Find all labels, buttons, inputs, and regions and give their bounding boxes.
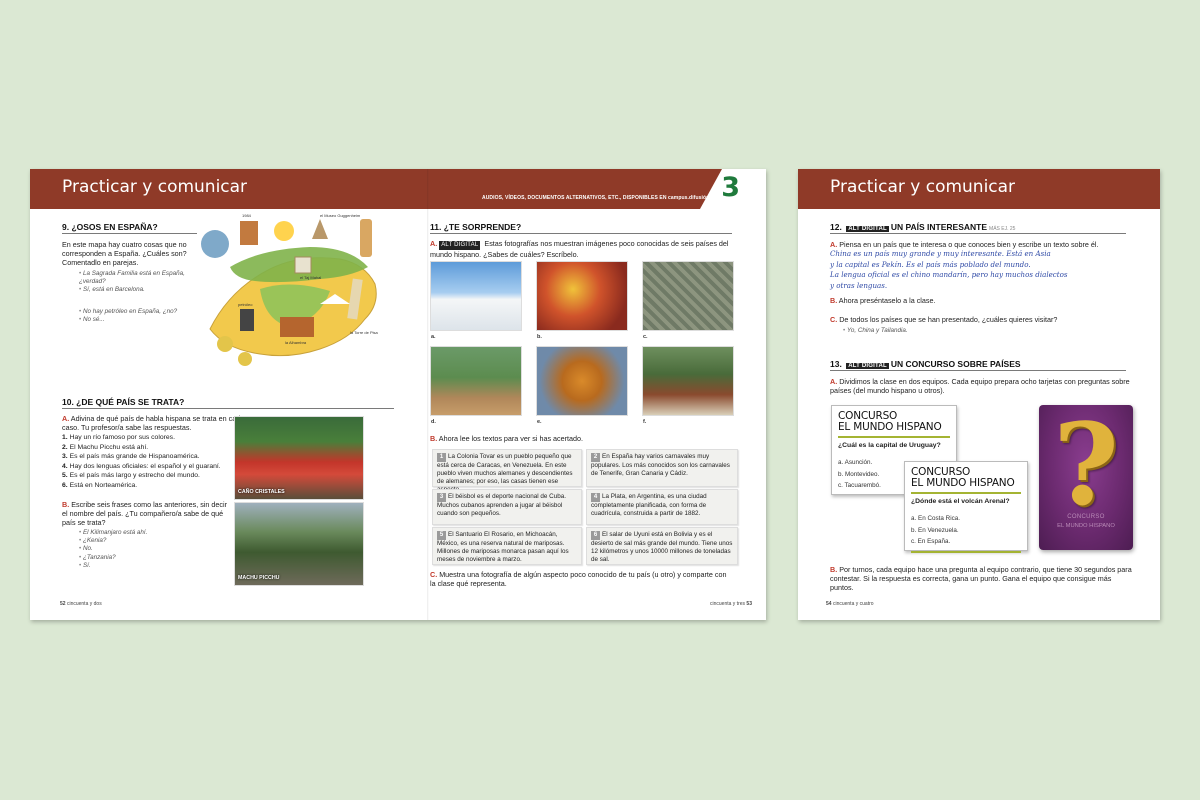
example-line: No. [79, 545, 199, 553]
section-11-a: A. ALT DIGITAL Estas fotografías nos mues… [430, 239, 729, 260]
section-13-title: 13. ALT DIGITAL UN CONCURSO SOBRE PAÍSES [830, 359, 1021, 369]
card-divider [838, 436, 950, 438]
section-12-example: Yo, China y Tailandia. [843, 327, 908, 335]
svg-text:petróleo: petróleo [238, 302, 253, 307]
photo-cano-cristales: CAÑO CRISTALES [234, 416, 364, 500]
folio-left: 52 cincuenta y dos [60, 601, 102, 607]
list-item: 3. Es el país más grande de Hispanoaméri… [62, 453, 200, 460]
section-9-examples-a: La Sagrada Familia está en España, ¿verd… [79, 270, 204, 295]
text-box-4: 4 La Plata, en Argentina, es una ciudad c… [586, 489, 738, 525]
section-10-b: B. Escribe seis frases como las anterior… [62, 500, 227, 528]
section-rule [62, 233, 197, 234]
alt-digital-tag: ALT DIGITAL [846, 226, 889, 232]
example-line: El Kilimanjaro está ahí. [79, 529, 199, 537]
section-10-list: 1. Hay un río famoso por sus colores. 2.… [62, 433, 257, 490]
svg-text:el Museo Guggenheim: el Museo Guggenheim [320, 213, 361, 218]
example-line: ¿Tanzania? [79, 554, 199, 562]
handwritten-answer: China es un país muy grande y muy intere… [830, 249, 1068, 290]
photo-f-colonia-tovar: f. [642, 346, 734, 425]
photo-c-grid-city: c. [642, 261, 734, 340]
section-13-b: B. Por turnos, cada equipo hace una preg… [830, 565, 1132, 593]
svg-text:el Taj Mahal: el Taj Mahal [300, 275, 321, 280]
exercise-reference: MÁS EJ. 25 [989, 226, 1016, 232]
folio-right: cincuenta y tres 53 [710, 601, 752, 607]
example-line: ¿Kenia? [79, 537, 199, 545]
header-resource-note: AUDIOS, VÍDEOS, DOCUMENTOS ALTERNATIVOS,… [482, 195, 710, 201]
section-11-c: C. Muestra una fotografía de algún aspec… [430, 570, 727, 589]
section-10-a: A. Adivina de qué país de habla hispana … [62, 414, 245, 433]
section-rule [430, 233, 732, 234]
photo-machu-picchu: MACHU PICCHU [234, 502, 364, 586]
example-line: Sí. [79, 562, 199, 570]
section-10-title: 10. ¿DE QUÉ PAÍS SE TRATA? [62, 397, 185, 407]
list-item: 6. Está en Norteamérica. [62, 481, 138, 489]
photo-e-butterflies: e. [536, 346, 628, 425]
photo-a-salt-flat: a. [430, 261, 522, 340]
spain-map-illustration: el Museo Guggenheim 1984 la Torre de Pis… [200, 209, 390, 369]
svg-text:la Torre de Pisa: la Torre de Pisa [350, 330, 378, 335]
text-box-3: 3 El béisbol es el deporte nacional de Cu… [432, 489, 582, 525]
section-9-examples-b: No hay petróleo en España, ¿no? No sé... [79, 308, 204, 324]
section-12-c: C. De todos los países que se han presen… [830, 315, 1058, 324]
section-9-title: 9. ¿OSOS EN ESPAÑA? [62, 222, 158, 232]
example-line: Yo, China y Tailandia. [843, 327, 908, 335]
section-rule [830, 233, 1126, 234]
page-54: Practicar y comunicar 12. ALT DIGITAL UN … [798, 169, 1160, 620]
svg-text:la Alhambra: la Alhambra [285, 340, 307, 345]
list-item: 5. Es el país más largo y estrecho del m… [62, 472, 200, 479]
photo-d-baseball: d. [430, 346, 522, 425]
example-line: No hay petróleo en España, ¿no? [79, 308, 204, 316]
section-11-b: B. Ahora lee los textos para ver si has … [430, 434, 584, 443]
section-12-b: B. Ahora preséntaselo a la clase. [830, 296, 936, 305]
text-box-5: 5 El Santuario El Rosario, en Michoacán, … [432, 527, 582, 565]
photo-b-carnival: b. [536, 261, 628, 340]
photo-caption: CAÑO CRISTALES [238, 489, 285, 495]
section-12-a: A. Piensa en un país que te interesa o q… [830, 240, 1099, 249]
svg-text:1984: 1984 [242, 213, 252, 218]
card-divider [911, 492, 1021, 494]
contest-poster: ? CONCURSO EL MUNDO HISPANO [1039, 405, 1133, 550]
folio: 54 cincuenta y cuatro [826, 601, 874, 607]
text-box-1: 1 La Colonia Tovar es un pueblo pequeño q… [432, 449, 582, 493]
spread-pages-52-53: Practicar y comunicar AUDIOS, VÍDEOS, DO… [30, 169, 766, 620]
example-line: La Sagrada Familia está en España, ¿verd… [79, 270, 204, 286]
section-12-title: 12. ALT DIGITAL UN PAÍS INTERESANTE MÁS EJ… [830, 222, 1016, 232]
section-rule [830, 370, 1126, 371]
section-13-a: A. Dividimos la clase en dos equipos. Ca… [830, 377, 1130, 396]
question-mark-icon: ? [1053, 400, 1119, 531]
card-divider [911, 550, 1021, 553]
unit-number: 3 [721, 172, 740, 203]
section-10-examples: El Kilimanjaro está ahí. ¿Kenia? No. ¿Ta… [79, 529, 199, 570]
example-line: No sé... [79, 316, 204, 324]
list-item: 2. El Machu Picchu está ahí. [62, 443, 149, 451]
text-box-6: 6 El salar de Uyuni está en Bolivia y es … [586, 527, 738, 565]
page-title: Practicar y comunicar [62, 177, 248, 197]
photo-caption: MACHU PICCHU [238, 575, 280, 581]
alt-digital-tag: ALT DIGITAL [846, 363, 889, 369]
list-item: 1. Hay un río famoso por sus colores. [62, 434, 175, 441]
list-item: 4. Hay dos lenguas oficiales: el español… [62, 462, 221, 470]
book-gutter [427, 169, 429, 620]
section-9-intro: En este mapa hay cuatro cosas que no cor… [62, 240, 187, 268]
section-11-title: 11. ¿TE SORPRENDE? [430, 222, 522, 232]
text-box-2: 2 En España hay varios carnavales muy pop… [586, 449, 738, 487]
alt-digital-tag: ALT DIGITAL [439, 241, 481, 251]
example-line: Sí, está en Barcelona. [79, 286, 204, 294]
quiz-card-2: CONCURSO EL MUNDO HISPANO ¿Dónde está el… [904, 461, 1028, 553]
section-rule [62, 408, 394, 409]
page-title: Practicar y comunicar [830, 177, 1016, 197]
